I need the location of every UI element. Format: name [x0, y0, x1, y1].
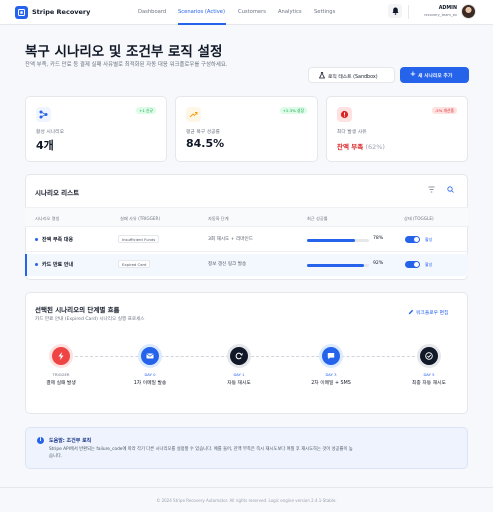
plus-icon: + — [410, 70, 416, 78]
admin-name: ADMIN — [438, 6, 457, 11]
stat-card-top-reason: -5% 개선중 최다 발생 사유 잔액 부족 (62%) — [326, 96, 468, 162]
mail-icon — [141, 347, 159, 365]
success-rate-value: 78% — [373, 236, 384, 241]
row-status-dot — [35, 263, 38, 266]
step-day: TRIGGER — [52, 372, 70, 377]
edit-workflow-label: 워크플로우 편집 — [416, 311, 449, 316]
admin-email: recovery_team_ex — [424, 13, 457, 17]
table-header — [25, 207, 468, 227]
column-header: 최근 성공률 — [307, 216, 328, 221]
success-rate-value: 92% — [373, 261, 384, 266]
footer: © 2024 Stripe Recovery Automator. All ri… — [0, 487, 493, 512]
search-icon[interactable] — [447, 186, 454, 193]
nav-dashboard[interactable]: Dashboard — [138, 9, 166, 15]
scenario-list-title: 시나리오 리스트 — [35, 189, 80, 197]
success-rate-fill — [307, 264, 365, 267]
table-row-selected[interactable]: 카드 만료 안내 Expired Card 정보 갱신 링크 발송 92% 활성 — [25, 254, 468, 276]
scenario-name: 카드 만료 안내 — [42, 262, 74, 268]
stat-label: 평균 복구 성공률 — [186, 130, 220, 135]
flask-icon — [319, 72, 325, 79]
logo-icon[interactable] — [15, 6, 28, 19]
step-name: 2차 이메일 + SMS — [311, 381, 351, 386]
column-header: 시나리오 명칭 — [35, 216, 60, 221]
stat-label: 활성 시나리오 — [36, 130, 65, 135]
help-text-line2: 습니다. — [49, 454, 63, 459]
workflow-icon — [36, 107, 51, 122]
column-header: 자동화 단계 — [208, 216, 229, 221]
status-badge: +1 신규 — [136, 107, 156, 114]
page-title: 복구 시나리오 및 조건부 로직 설정 — [25, 44, 223, 60]
trigger-tag: Insufficient Funds — [118, 235, 160, 243]
status-toggle[interactable] — [405, 236, 420, 243]
nav-scenarios[interactable]: Scenarios (Active) — [178, 9, 225, 15]
stat-value: 잔액 부족 (62%) — [337, 141, 385, 151]
active-tab-indicator — [178, 23, 226, 25]
row-status-dot — [35, 238, 38, 241]
step-day: DAY 5 — [423, 372, 435, 377]
nav-settings[interactable]: Settings — [314, 9, 335, 15]
column-header: 실패 사유 (TRIGGER) — [120, 216, 161, 221]
stat-label: 최다 발생 사유 — [337, 130, 367, 135]
top-navbar: Stripe Recovery Dashboard Scenarios (Act… — [0, 0, 493, 25]
step-name: 1차 이메일 발송 — [133, 381, 167, 386]
success-rate-bar — [307, 264, 369, 267]
add-button-label: 새 시나리오 추가 — [418, 74, 453, 79]
stat-value: 84.5% — [186, 137, 225, 150]
avatar[interactable] — [461, 4, 476, 19]
trend-up-icon — [186, 107, 201, 122]
step-name: 자동 재시도 — [227, 381, 251, 386]
step-day: DAY 3 — [325, 372, 337, 377]
help-box: i 도움말: 조건부 로직 Stripe API에서 반환되는 failure_… — [25, 427, 468, 469]
nav-divider — [408, 5, 409, 19]
stat-value-sub: (62%) — [365, 143, 385, 151]
pencil-icon — [408, 309, 414, 315]
help-text-line1: Stripe API에서 반환되는 failure_code에 따라 각기 다른… — [49, 447, 353, 452]
help-title: 도움말: 조건부 로직 — [49, 438, 92, 444]
success-rate-bar — [307, 239, 369, 242]
bell-icon[interactable] — [388, 4, 402, 18]
toggle-knob — [414, 262, 419, 267]
table-row[interactable]: 잔액 부족 대응 Insufficient Funds 3회 재시도 + 리마인… — [25, 229, 468, 251]
automation-steps: 정보 갱신 링크 발송 — [208, 262, 247, 267]
row-divider — [25, 251, 468, 252]
info-icon: i — [37, 437, 44, 444]
trigger-tag: Expired Card — [118, 260, 151, 268]
status-badge: -5% 개선중 — [431, 107, 457, 114]
toggle-knob — [414, 237, 419, 242]
sandbox-test-button[interactable]: 로직 테스트 (Sandbox) — [308, 67, 395, 83]
flow-title: 선택된 시나리오의 단계별 흐름 — [35, 306, 120, 314]
sandbox-button-label: 로직 테스트 (Sandbox) — [328, 75, 378, 80]
nav-analytics[interactable]: Analytics — [278, 9, 302, 15]
stat-card-active: +1 신규 활성 시나리오 4개 — [25, 96, 167, 162]
column-header: 상태 (TOGGLE) — [404, 216, 434, 221]
alert-icon — [337, 107, 352, 122]
bolt-icon — [52, 347, 70, 365]
status-label: 활성 — [425, 237, 433, 242]
refresh-icon — [230, 347, 248, 365]
brand-name[interactable]: Stripe Recovery — [32, 8, 90, 16]
status-label: 활성 — [425, 262, 433, 267]
stat-card-success-rate: +2.3% 성장 평균 복구 성공률 84.5% — [175, 96, 318, 162]
status-badge: +2.3% 성장 — [279, 107, 307, 114]
success-rate-fill — [307, 239, 356, 242]
chat-icon — [322, 347, 340, 365]
step-day: DAY 1 — [233, 372, 245, 377]
automation-steps: 3회 재시도 + 리마인드 — [208, 237, 253, 242]
stat-value: 4개 — [36, 139, 54, 152]
scenario-name: 잔액 부족 대응 — [42, 237, 74, 243]
page-description: 잔액 부족, 카드 만료 등 결제 실패 사유별로 최적화된 자동 대응 워크플… — [25, 62, 228, 68]
footer-text: © 2024 Stripe Recovery Automator. All ri… — [156, 498, 337, 503]
step-name: 결제 실패 발생 — [46, 381, 76, 386]
nav-customers[interactable]: Customers — [238, 9, 266, 15]
stat-value-main: 잔액 부족 — [337, 143, 364, 151]
step-name: 최종 자동 재시도 — [412, 381, 446, 386]
add-scenario-button[interactable]: + 새 시나리오 추가 — [400, 67, 469, 83]
status-toggle[interactable] — [405, 261, 420, 268]
filter-icon[interactable] — [428, 186, 435, 193]
flow-subtitle: 카드 만료 안내 (Expired Card) 시나리오 실행 프로세스 — [35, 317, 145, 322]
check-icon — [420, 347, 438, 365]
step-day: DAY 0 — [144, 372, 156, 377]
